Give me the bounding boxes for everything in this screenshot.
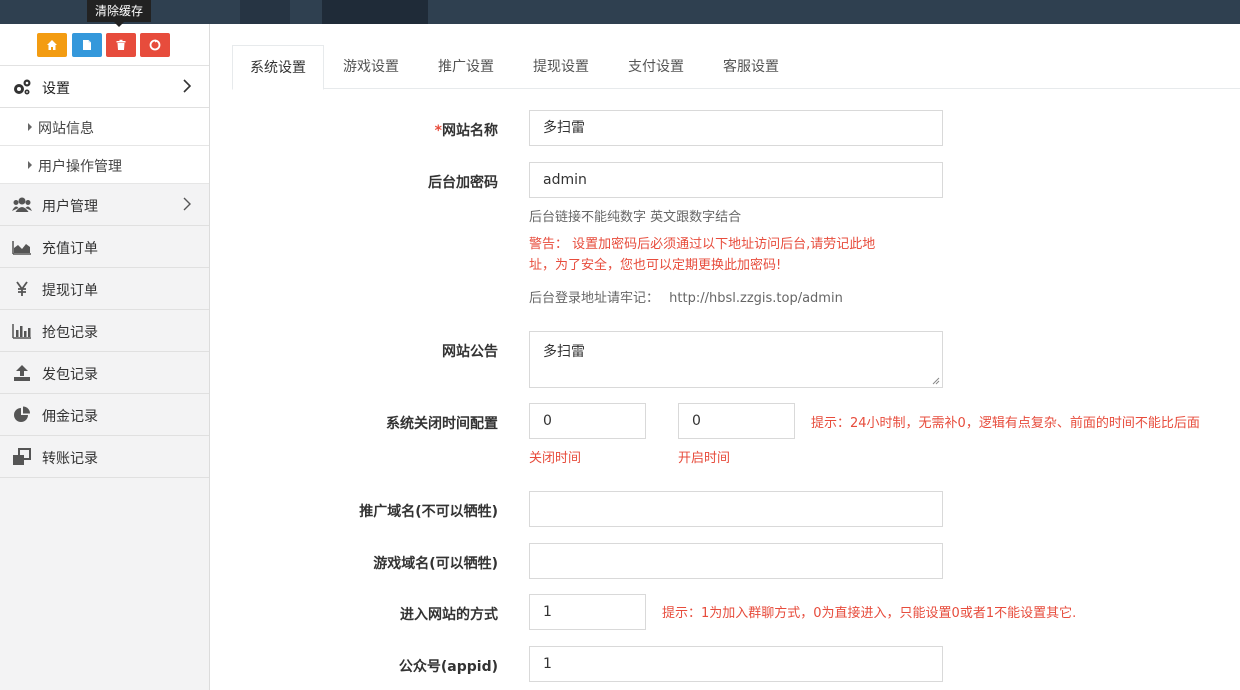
trash-icon <box>116 39 126 50</box>
top-tab[interactable] <box>240 0 290 24</box>
clear-cache-tooltip: 清除缓存 <box>87 0 152 27</box>
close-time-label: 系统关闭时间配置 <box>386 416 498 432</box>
sidebar-item-settings[interactable]: 设置 <box>0 66 209 108</box>
enter-mode-label: 进入网站的方式 <box>400 607 498 623</box>
encrypt-code-input[interactable]: admin <box>529 162 943 198</box>
encrypt-code-help: 后台链接不能纯数字 英文跟数字结合 <box>529 210 742 225</box>
gears-icon <box>14 79 31 95</box>
site-name-label: *网站名称 <box>434 123 498 139</box>
notice-text: 多扫雷 <box>543 344 585 360</box>
upload-icon <box>14 365 30 381</box>
clone-icon <box>13 448 31 465</box>
quick-actions: 清除缓存 <box>0 0 209 66</box>
sidebar-item-label: 提现订单 <box>42 283 98 299</box>
home-icon <box>47 40 57 50</box>
site-name-input[interactable]: 多扫雷 <box>529 110 943 146</box>
settings-form: *网站名称 多扫雷 后台加密码 admin 后台链接不能纯数字 英文跟数字结合 … <box>211 24 1240 690</box>
chevron-right-icon <box>183 197 191 211</box>
caret-right-icon <box>28 123 32 131</box>
bar-chart-icon <box>12 324 31 339</box>
appid-input[interactable]: 1 <box>529 646 943 682</box>
sidebar-item-commission-records[interactable]: 佣金记录 <box>0 394 209 436</box>
sidebar-item-label: 转账记录 <box>42 451 98 467</box>
sidebar-item-label: 发包记录 <box>42 367 98 383</box>
area-chart-icon <box>12 241 31 255</box>
enter-mode-input[interactable]: 1 <box>529 594 646 630</box>
promo-domain-label: 推广域名(不可以牺牲) <box>359 504 498 520</box>
resize-handle-icon[interactable] <box>932 377 940 385</box>
yen-icon <box>16 281 28 296</box>
sidebar-item-users[interactable]: 用户管理 <box>0 184 209 226</box>
sidebar-item-label: 用户管理 <box>42 199 98 215</box>
sidebar-item-send-records[interactable]: 发包记录 <box>0 352 209 394</box>
sidebar: 清除缓存 设置 网站信息 用户操作管理 用户管理 充值订单 提现订单 抢包记录 … <box>0 0 210 690</box>
top-bar <box>0 0 1240 24</box>
encrypt-code-label: 后台加密码 <box>428 175 498 191</box>
sidebar-subitem-label: 用户操作管理 <box>38 159 122 175</box>
refresh-button[interactable] <box>140 33 170 57</box>
sidebar-item-label: 充值订单 <box>42 241 98 257</box>
sidebar-item-label: 抢包记录 <box>42 325 98 341</box>
sidebar-item-label: 佣金记录 <box>42 409 98 425</box>
sidebar-item-label: 设置 <box>42 81 70 97</box>
open-time-caption: 开启时间 <box>678 451 731 466</box>
promo-domain-input[interactable] <box>529 491 943 527</box>
chevron-right-icon <box>183 79 191 93</box>
caret-right-icon <box>28 161 32 169</box>
close-time-caption: 关闭时间 <box>529 451 582 466</box>
sidebar-subitem-user-ops[interactable]: 用户操作管理 <box>0 146 209 184</box>
game-domain-input[interactable] <box>529 543 943 579</box>
time-hint: 提示：24小时制，无需补0，逻辑有点复杂、前面的时间不能比后面 <box>811 416 1200 431</box>
sidebar-item-grab-records[interactable]: 抢包记录 <box>0 310 209 352</box>
sidebar-item-withdraw-orders[interactable]: 提现订单 <box>0 268 209 310</box>
pie-chart-icon <box>14 406 30 422</box>
sidebar-item-recharge-orders[interactable]: 充值订单 <box>0 226 209 268</box>
login-url-prefix: 后台登录地址请牢记： <box>529 291 660 306</box>
enter-mode-hint: 提示：1为加入群聊方式，0为直接进入，只能设置0或者1不能设置其它. <box>662 606 1077 621</box>
encrypt-warning-line2: 址，为了安全，您也可以定期更换此加密码! <box>529 258 782 273</box>
appid-label: 公众号(appid) <box>398 659 498 675</box>
encrypt-warning-line1: 警告： 设置加密码后必须通过以下地址访问后台,请劳记此地 <box>529 237 876 252</box>
home-button[interactable] <box>37 33 67 57</box>
sidebar-subitem-label: 网站信息 <box>38 121 94 137</box>
close-time-input[interactable]: 0 <box>529 403 646 439</box>
login-url-note: 后台登录地址请牢记： http://hbsl.zzgis.top/admin <box>529 287 843 306</box>
open-time-input[interactable]: 0 <box>678 403 795 439</box>
sidebar-subitem-site-info[interactable]: 网站信息 <box>0 108 209 146</box>
document-button[interactable] <box>72 33 102 57</box>
game-domain-label: 游戏域名(可以牺牲) <box>373 556 498 572</box>
document-icon <box>83 40 91 50</box>
sidebar-item-transfer-records[interactable]: 转账记录 <box>0 436 209 478</box>
clear-cache-button[interactable] <box>106 33 136 57</box>
top-tab-active[interactable] <box>322 0 428 24</box>
users-icon <box>12 197 32 212</box>
recycle-icon <box>149 39 161 51</box>
notice-textarea[interactable]: 多扫雷 <box>529 331 943 388</box>
notice-label: 网站公告 <box>442 344 498 360</box>
login-url: http://hbsl.zzgis.top/admin <box>669 291 843 306</box>
